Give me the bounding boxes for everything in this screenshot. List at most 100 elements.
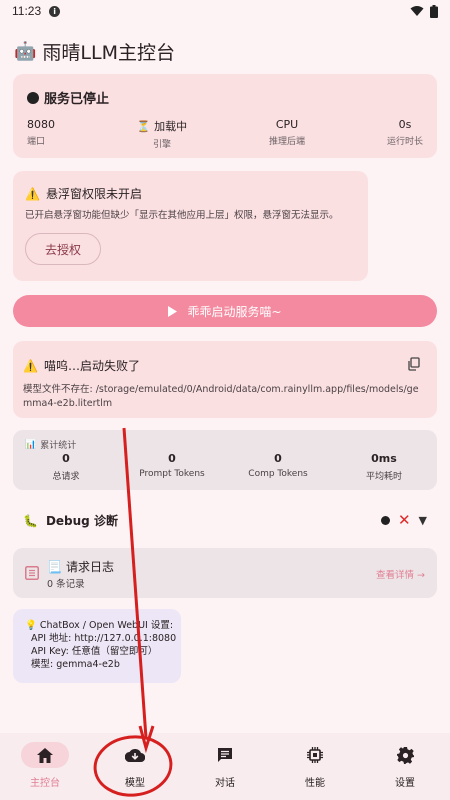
debug-status: ✕ ▼: [380, 511, 427, 529]
error-title-text: 喵呜…启动失败了: [43, 359, 140, 373]
list-icon: [25, 566, 39, 580]
stat-value: 0: [274, 452, 282, 465]
wifi-icon: [410, 6, 424, 16]
nav-label: 主控台: [30, 778, 60, 789]
status-time: 11:23: [12, 4, 42, 18]
service-status-card: 服务已停止 8080 端口 ⏳ 加载中 引擎 CPU 推理后端 0s 运行时长: [13, 74, 437, 158]
play-icon: [168, 305, 178, 317]
notepad-icon: 📃: [47, 559, 62, 574]
stat-label: 推理后端: [269, 137, 306, 147]
stat-label: 总请求: [52, 472, 80, 482]
logs-title-text: 请求日志: [65, 560, 114, 574]
stats-title: 📊 累计统计: [25, 438, 77, 452]
error-title: ⚠️ 喵呜…启动失败了: [23, 357, 140, 374]
stat-uptime: 0s 运行时长: [387, 118, 423, 150]
bottom-navigation: 主控台 模型 对话 性能 设置: [0, 733, 450, 800]
nav-label: 性能: [305, 778, 325, 789]
stat-backend: CPU 推理后端: [269, 118, 305, 150]
page-title: 雨晴LLM主控台: [42, 41, 175, 64]
home-icon: [37, 747, 53, 763]
stat-value: CPU: [275, 118, 299, 131]
nav-label: 对话: [215, 778, 235, 789]
app-title: 🤖 雨晴LLM主控台: [14, 38, 175, 64]
tip-line: 模型: gemma4-e2b: [25, 658, 176, 671]
battery-icon: [430, 4, 438, 18]
warning-icon: ⚠️: [23, 358, 38, 373]
logs-title: 📃 请求日志: [47, 558, 114, 575]
stats-title-text: 累计统计: [40, 441, 77, 451]
stat-label: 端口: [27, 137, 46, 147]
chat-icon: [218, 748, 232, 762]
stat-value: 8080: [27, 118, 55, 131]
stat-label: 平均耗时: [365, 472, 402, 482]
service-status-title: 服务已停止: [27, 88, 109, 107]
stat-value: 0: [62, 452, 70, 465]
stat-value: 0: [168, 452, 176, 465]
error-x-icon: ✕: [397, 511, 411, 529]
tip-line-text: ChatBox / Open WebUI 设置:: [39, 620, 174, 631]
expand-triangle-icon[interactable]: ▼: [419, 514, 427, 527]
nav-pill: [381, 742, 429, 768]
nav-pill: [21, 742, 69, 768]
tip-line: API 地址: http://127.0.0.1:8080: [25, 632, 176, 645]
stat-label: 引擎: [153, 140, 172, 150]
stat-label: Prompt Tokens: [139, 469, 205, 479]
stat-label: Comp Tokens: [248, 469, 308, 479]
tip-line: 💡 ChatBox / Open WebUI 设置:: [25, 619, 176, 632]
service-status-label: 服务已停止: [44, 92, 110, 107]
view-details-link[interactable]: 查看详情 →: [376, 567, 425, 581]
permission-title: ⚠️ 悬浮窗权限未开启: [25, 185, 142, 202]
start-service-button[interactable]: 乖乖启动服务喵~: [13, 295, 437, 327]
client-config-tip-card: 💡 ChatBox / Open WebUI 设置: API 地址: http:…: [13, 609, 181, 683]
permission-description: 已开启悬浮窗功能但缺少「显示在其他应用上层」权限，悬浮窗无法显示。: [25, 210, 339, 221]
tip-line-text: 模型: gemma4-e2b: [31, 659, 120, 670]
stat-value: 0s: [398, 118, 412, 131]
tip-line: API Key: 任意值（留空即可）: [25, 645, 176, 658]
debug-diagnostics-row[interactable]: 🐛 Debug 诊断 ✕ ▼: [13, 501, 437, 537]
stat-comp-tokens: 0 Comp Tokens: [225, 452, 331, 482]
tip-line-text: API 地址: http://127.0.0.1:8080: [31, 633, 177, 644]
grant-permission-button[interactable]: 去授权: [25, 233, 101, 265]
stat-value: ⏳ 加载中: [137, 118, 187, 134]
engine-value: 加载中: [154, 120, 188, 133]
nav-label: 设置: [395, 778, 415, 789]
nav-pill: [201, 742, 249, 768]
stopped-dot-icon: [27, 91, 39, 104]
status-bar: 11:23 i: [0, 0, 450, 22]
nav-item-performance[interactable]: 性能: [270, 733, 360, 800]
info-icon: i: [49, 5, 61, 17]
stat-label: 运行时长: [386, 137, 423, 147]
gear-icon: [396, 746, 414, 764]
stat-total-requests: 0 总请求: [13, 452, 119, 482]
nav-item-settings[interactable]: 设置: [360, 733, 450, 800]
lightbulb-icon: 💡: [25, 620, 37, 631]
debug-title: 🐛 Debug 诊断: [23, 512, 118, 529]
nav-label: 模型: [125, 778, 145, 789]
nav-item-dashboard[interactable]: 主控台: [0, 733, 90, 800]
overlay-permission-card: ⚠️ 悬浮窗权限未开启 已开启悬浮窗功能但缺少「显示在其他应用上层」权限，悬浮窗…: [13, 171, 368, 281]
copy-icon[interactable]: [407, 357, 421, 371]
chart-icon: 📊: [25, 439, 37, 450]
bug-icon: 🐛: [23, 513, 38, 528]
nav-pill: [111, 742, 159, 768]
start-service-label: 乖乖启动服务喵~: [187, 304, 282, 319]
debug-title-text: Debug 诊断: [45, 514, 118, 528]
error-description: 模型文件不存在: /storage/emulated/0/Android/dat…: [23, 384, 419, 409]
chip-icon: [307, 747, 323, 763]
permission-title-text: 悬浮窗权限未开启: [45, 187, 142, 201]
tip-line-text: API Key: 任意值（留空即可）: [31, 646, 158, 657]
logs-count: 0 条记录: [47, 579, 85, 590]
stat-port: 8080 端口: [27, 118, 55, 150]
cloud-download-icon: [125, 748, 145, 762]
warning-icon: ⚠️: [25, 186, 40, 201]
stat-avg-latency: 0ms 平均耗时: [331, 452, 437, 482]
stat-prompt-tokens: 0 Prompt Tokens: [119, 452, 225, 482]
error-card: ⚠️ 喵呜…启动失败了 模型文件不存在: /storage/emulated/0…: [13, 341, 437, 418]
tip-text: 💡 ChatBox / Open WebUI 设置: API 地址: http:…: [25, 619, 176, 671]
stat-engine: ⏳ 加载中 引擎: [137, 118, 187, 150]
nav-item-models[interactable]: 模型: [90, 733, 180, 800]
nav-item-chat[interactable]: 对话: [180, 733, 270, 800]
request-log-card[interactable]: 📃 请求日志 0 条记录 查看详情 →: [13, 548, 437, 598]
nav-pill: [291, 742, 339, 768]
service-stats: 8080 端口 ⏳ 加载中 引擎 CPU 推理后端 0s 运行时长: [27, 118, 423, 150]
